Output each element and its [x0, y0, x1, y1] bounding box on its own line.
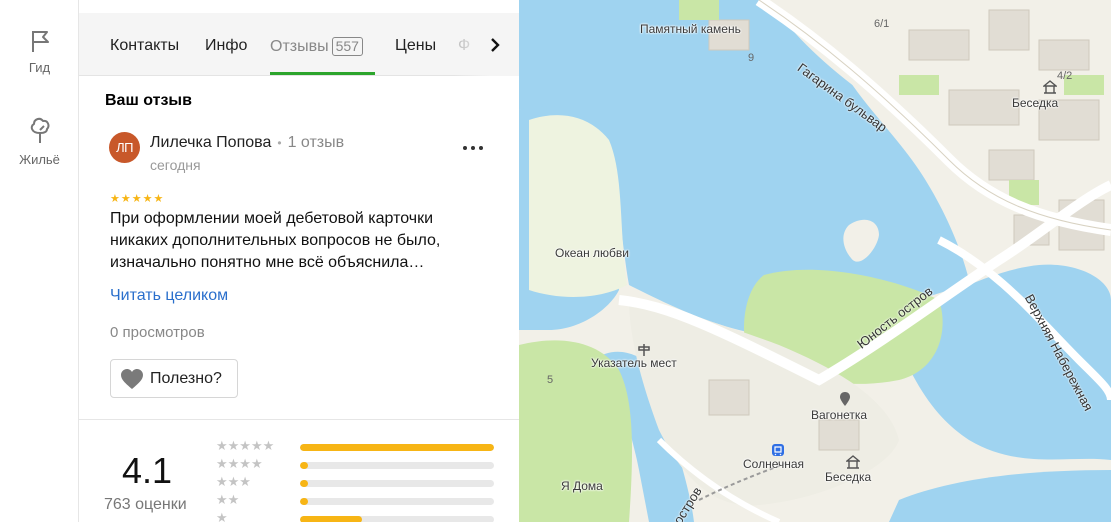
your-review-title: Ваш отзыв	[105, 92, 192, 109]
active-tab-indicator	[270, 72, 375, 75]
gazebo-icon[interactable]	[1043, 80, 1057, 94]
reviews-count-badge: 557	[331, 37, 363, 56]
map-label-ya-doma[interactable]: Я Дома	[561, 479, 603, 493]
tab-bar: Контакты Инфо Отзывы557 Цены Ф	[79, 13, 519, 76]
map-label-ocean-love[interactable]: Океан любви	[555, 246, 629, 260]
rating-row-5: ★★★★★	[216, 438, 496, 454]
rating-row-stars: ★★★★★	[216, 438, 275, 453]
map-label-solnechnaya[interactable]: Солнечная	[743, 457, 804, 471]
rail-guide-label: Гид	[28, 60, 51, 75]
rating-bar-track	[300, 516, 494, 522]
gazebo-icon[interactable]	[846, 455, 860, 469]
rating-row-2: ★★	[216, 492, 496, 508]
more-options-button[interactable]	[461, 138, 485, 158]
divider	[79, 419, 519, 420]
house-number: 5	[547, 374, 554, 386]
map-label-memorial-stone[interactable]: Памятный камень	[640, 22, 741, 36]
map-label-signpost[interactable]: Указатель мест	[591, 356, 677, 370]
rating-bar-track	[300, 480, 494, 487]
house-number: 6/1	[874, 18, 890, 30]
rating-bar-fill	[300, 462, 308, 469]
author-separator: •	[277, 136, 282, 150]
tab-contacts[interactable]: Контакты	[110, 37, 179, 55]
rating-row-stars: ★★★★	[216, 456, 263, 471]
rating-row-stars: ★★	[216, 492, 240, 507]
rating-bar-track	[300, 444, 494, 451]
tab-info[interactable]: Инфо	[205, 37, 247, 55]
rating-row-stars: ★★★	[216, 474, 251, 489]
rail-housing[interactable]: Жильё	[0, 116, 79, 167]
review-text: При оформлении моей дебетовой карточки н…	[110, 210, 441, 271]
avatar[interactable]: ЛП	[109, 132, 140, 163]
flag-icon	[31, 31, 49, 52]
review-date: сегодня	[150, 157, 201, 173]
map[interactable]: Памятный камень Гагарина бульвар Беседка…	[519, 0, 1111, 522]
heart-icon	[121, 368, 143, 389]
rating-bar-fill	[300, 480, 308, 487]
rating-bar-track	[300, 498, 494, 505]
map-label-trolley[interactable]: Вагонетка	[811, 408, 867, 422]
left-rail: Гид Жильё	[0, 0, 79, 522]
read-more-link[interactable]: Читать целиком	[110, 287, 228, 305]
dot-icon	[479, 146, 483, 150]
dot-icon	[463, 146, 467, 150]
useful-button[interactable]: Полезно?	[110, 359, 238, 398]
tabs-scroll-right-button[interactable]	[485, 33, 505, 57]
map-label-gazebo-1[interactable]: Беседка	[1012, 96, 1058, 110]
rating-row-4: ★★★★	[216, 456, 496, 472]
tree-icon	[30, 117, 49, 143]
rail-guide[interactable]: Гид	[0, 28, 79, 75]
views-count: 0 просмотров	[110, 324, 205, 341]
dot-icon	[471, 146, 475, 150]
tab-prices[interactable]: Цены	[395, 37, 436, 55]
rating-bar-fill	[300, 498, 308, 505]
rating-bar-fill	[300, 444, 494, 451]
author-review-count: 1 отзыв	[287, 134, 345, 151]
org-panel: Контакты Инфо Отзывы557 Цены Ф Ваш отзыв…	[79, 0, 519, 522]
rating-bar-track	[300, 462, 494, 469]
tab-reviews-label: Отзывы	[270, 38, 329, 55]
tab-reviews[interactable]: Отзывы 557	[270, 37, 363, 56]
review-stars: ★★★★★	[110, 193, 165, 205]
map-label-gazebo-2[interactable]: Беседка	[825, 470, 871, 484]
train-station-icon[interactable]	[771, 443, 785, 457]
chevron-right-icon	[491, 38, 500, 52]
useful-label: Полезно?	[150, 369, 222, 387]
house-number: 4/2	[1057, 70, 1073, 82]
review-author: Лилечка Попова • 1 отзыв	[150, 134, 344, 152]
landmark-icon[interactable]	[838, 391, 852, 407]
rail-housing-label: Жильё	[19, 152, 60, 167]
signpost-icon[interactable]	[637, 343, 651, 357]
house-number: 9	[748, 52, 755, 64]
author-name[interactable]: Лилечка Попова	[150, 134, 271, 151]
rating-row-1: ★	[216, 510, 496, 522]
rating-row-3: ★★★	[216, 474, 496, 490]
rating-row-stars: ★	[216, 510, 228, 522]
rating-bar-fill	[300, 516, 363, 522]
overall-rating: 4.1	[122, 450, 173, 491]
ratings-count: 763 оценки	[104, 496, 187, 513]
